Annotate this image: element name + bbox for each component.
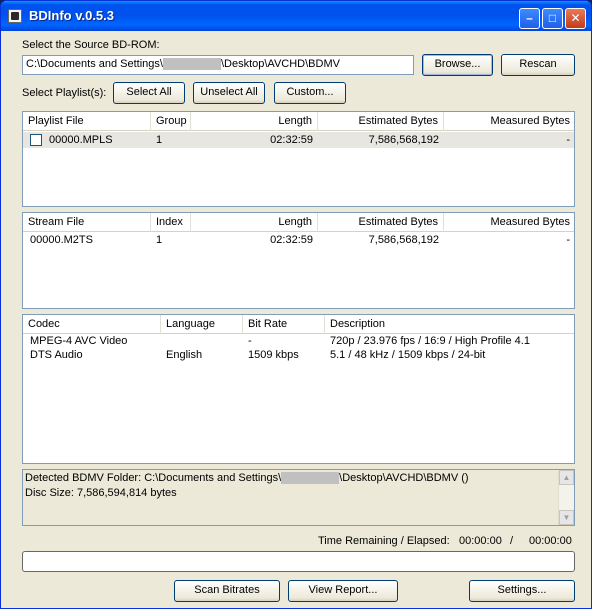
path-suffix: \Desktop\AVCHD\BDMV xyxy=(220,58,340,70)
playlist-group: 1 xyxy=(156,134,163,146)
scroll-down-icon[interactable]: ▼ xyxy=(559,510,574,525)
column-header[interactable]: Length xyxy=(191,112,318,131)
column-header[interactable]: Language xyxy=(161,315,243,334)
column-header[interactable]: Estimated Bytes xyxy=(318,112,444,131)
table-row[interactable]: MPEG-4 AVC Video - 720p / 23.976 fps / 1… xyxy=(23,334,574,348)
playlist-table[interactable]: Playlist File Group Length Estimated Byt… xyxy=(22,111,575,207)
column-header[interactable]: Description xyxy=(325,315,574,334)
unselect-all-button[interactable]: Unselect All xyxy=(193,82,265,104)
redacted-username xyxy=(162,58,221,71)
maximize-button[interactable]: □ xyxy=(542,8,563,29)
playlist-estimated-bytes: 7,586,568,192 xyxy=(368,134,439,146)
codec-bitrate: - xyxy=(248,335,252,347)
source-label: Select the Source BD-ROM: xyxy=(22,39,160,51)
column-header[interactable]: Measured Bytes xyxy=(444,112,574,131)
source-path-input[interactable]: C:\Documents and Settings\ \Desktop\AVCHD… xyxy=(22,55,414,75)
close-button[interactable]: ✕ xyxy=(565,8,586,29)
codec-bitrate: 1509 kbps xyxy=(248,349,299,361)
app-icon xyxy=(8,9,22,23)
column-header[interactable]: Estimated Bytes xyxy=(318,213,444,232)
scan-progress-bar xyxy=(22,551,575,572)
time-label: Time Remaining / Elapsed: xyxy=(318,535,450,547)
column-header[interactable]: Group xyxy=(151,112,191,131)
detected-folder-prefix: Detected BDMV Folder: C:\Documents and S… xyxy=(25,472,282,484)
column-header[interactable]: Playlist File xyxy=(23,112,151,131)
stream-index: 1 xyxy=(156,234,163,246)
time-remaining: 00:00:00 xyxy=(459,535,502,547)
stream-measured-bytes: - xyxy=(566,234,570,246)
stream-table-header: Stream File Index Length Estimated Bytes… xyxy=(23,213,574,232)
info-textarea[interactable]: Detected BDMV Folder: C:\Documents and S… xyxy=(22,469,575,526)
codec-table[interactable]: Codec Language Bit Rate Description MPEG… xyxy=(22,314,575,464)
window-title: BDInfo v.0.5.3 xyxy=(29,8,115,23)
stream-table[interactable]: Stream File Index Length Estimated Bytes… xyxy=(22,212,575,309)
browse-button[interactable]: Browse... xyxy=(422,54,493,76)
rescan-button[interactable]: Rescan xyxy=(501,54,575,76)
bdinfo-window: BDInfo v.0.5.3 – □ ✕ Select the Source B… xyxy=(0,0,592,609)
disc-size-text: Disc Size: 7,586,594,814 bytes xyxy=(25,487,177,499)
time-separator: / xyxy=(510,535,514,547)
codec-description: 720p / 23.976 fps / 16:9 / High Profile … xyxy=(330,335,530,347)
time-elapsed: 00:00:00 xyxy=(529,535,572,547)
column-header[interactable]: Measured Bytes xyxy=(444,213,574,232)
detected-folder-text: Detected BDMV Folder: C:\Documents and S… xyxy=(25,472,469,485)
playlist-length: 02:32:59 xyxy=(270,134,313,146)
table-row[interactable]: 00000.MPLS 1 02:32:59 7,586,568,192 - xyxy=(23,132,574,148)
column-header[interactable]: Stream File xyxy=(23,213,151,232)
column-header[interactable]: Bit Rate xyxy=(243,315,325,334)
scan-bitrates-button[interactable]: Scan Bitrates xyxy=(174,580,280,602)
column-header[interactable]: Index xyxy=(151,213,191,232)
title-bar[interactable]: BDInfo v.0.5.3 – □ ✕ xyxy=(1,1,591,31)
playlist-file: 00000.MPLS xyxy=(49,134,113,146)
playlist-checkbox[interactable] xyxy=(30,134,42,146)
stream-file: 00000.M2TS xyxy=(30,234,93,246)
select-playlist-label: Select Playlist(s): xyxy=(22,87,107,99)
codec-name: DTS Audio xyxy=(30,349,83,361)
codec-language xyxy=(161,334,243,348)
table-row[interactable]: DTS Audio English 1509 kbps 5.1 / 48 kHz… xyxy=(23,348,574,362)
playlist-measured-bytes: - xyxy=(566,134,570,146)
scroll-up-icon[interactable]: ▲ xyxy=(559,470,574,485)
redacted-username xyxy=(281,472,340,485)
detected-folder-suffix: \Desktop\AVCHD\BDMV () xyxy=(339,472,469,484)
codec-description: 5.1 / 48 kHz / 1509 kbps / 24-bit xyxy=(330,349,486,361)
minimize-button[interactable]: – xyxy=(519,8,540,29)
codec-table-header: Codec Language Bit Rate Description xyxy=(23,315,574,334)
table-row[interactable]: 00000.M2TS 1 02:32:59 7,586,568,192 - xyxy=(23,232,574,248)
stream-estimated-bytes: 7,586,568,192 xyxy=(368,234,439,246)
info-scrollbar[interactable]: ▲ ▼ xyxy=(558,470,574,525)
stream-length: 02:32:59 xyxy=(270,234,313,246)
playlist-table-header: Playlist File Group Length Estimated Byt… xyxy=(23,112,574,131)
view-report-button[interactable]: View Report... xyxy=(288,580,398,602)
custom-button[interactable]: Custom... xyxy=(274,82,346,104)
column-header[interactable]: Codec xyxy=(23,315,161,334)
column-header[interactable]: Length xyxy=(191,213,318,232)
path-prefix: C:\Documents and Settings\ xyxy=(26,58,163,70)
codec-language: English xyxy=(166,349,203,361)
codec-name: MPEG-4 AVC Video xyxy=(30,335,128,347)
settings-button[interactable]: Settings... xyxy=(469,580,575,602)
select-all-button[interactable]: Select All xyxy=(113,82,185,104)
